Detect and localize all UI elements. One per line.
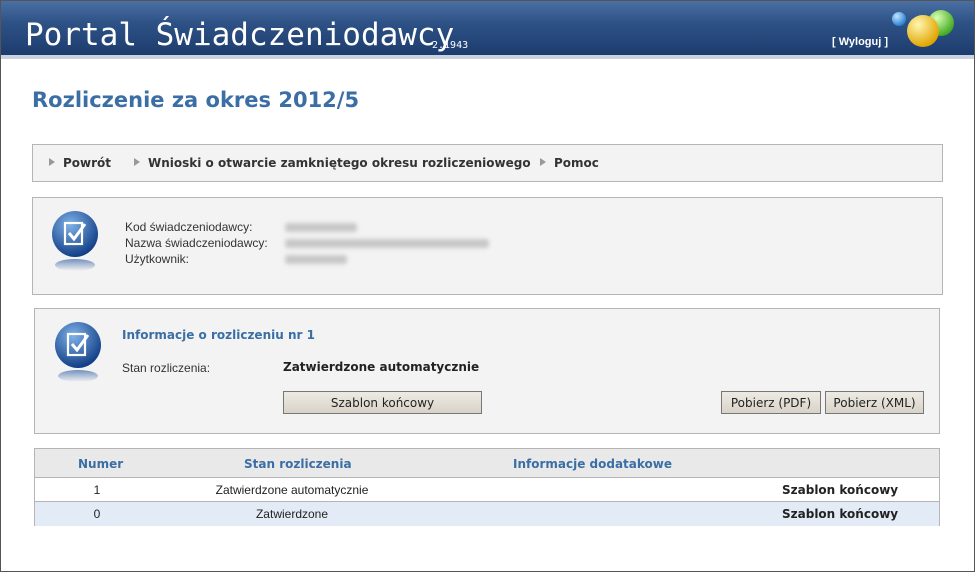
- app-header: Portal Świadczeniodawcy 2.1943 [ Wyloguj…: [1, 1, 974, 59]
- triangle-right-icon: [540, 158, 546, 166]
- column-header-info[interactable]: Informacje dodatakowe: [513, 457, 672, 471]
- settlement-state-label: Stan rozliczenia:: [122, 361, 211, 375]
- provider-name-label: Nazwa świadczeniodawcy:: [125, 236, 268, 250]
- cell-numer: 0: [93, 507, 101, 521]
- nav-label: Pomoc: [554, 156, 599, 170]
- provider-panel: Kod świadczeniodawcy: Nazwa świadczeniod…: [32, 197, 943, 295]
- logo-balls-icon: [892, 10, 954, 47]
- document-check-icon: [52, 211, 98, 271]
- page-title: Rozliczenie za okres 2012/5: [32, 88, 360, 112]
- download-pdf-button[interactable]: Pobierz (PDF): [721, 391, 821, 414]
- cell-stan: Zatwierdzone: [255, 507, 329, 521]
- provider-code-label: Kod świadczeniodawcy:: [125, 220, 253, 234]
- settlement-info-panel: Informacje o rozliczeniu nr 1 Stan rozli…: [34, 308, 940, 434]
- nav-label: Wnioski o otwarcie zamkniętego okresu ro…: [148, 156, 531, 170]
- table-row[interactable]: 1 Zatwierdzone automatycznie Szablon koń…: [35, 478, 939, 502]
- nav-help-link[interactable]: Pomoc: [540, 156, 599, 170]
- app-version: 2.1943: [432, 40, 469, 51]
- triangle-right-icon: [49, 158, 55, 166]
- user-label: Użytkownik:: [125, 252, 190, 266]
- redacted-provider-code: [285, 223, 357, 232]
- row-template-link[interactable]: Szablon końcowy: [782, 483, 898, 497]
- nav-requests-link[interactable]: Wnioski o otwarcie zamkniętego okresu ro…: [134, 156, 531, 170]
- settlements-table: Numer Stan rozliczenia Informacje dodata…: [34, 448, 940, 526]
- nav-label: Powrót: [63, 156, 112, 170]
- app-title: Portal Świadczeniodawcy: [25, 17, 455, 53]
- table-header: Numer Stan rozliczenia Informacje dodata…: [35, 449, 939, 478]
- final-template-button[interactable]: Szablon końcowy: [283, 391, 482, 414]
- document-check-icon: [55, 322, 101, 382]
- cell-stan: Zatwierdzone automatycznie: [215, 483, 369, 497]
- cell-numer: 1: [93, 483, 101, 497]
- triangle-right-icon: [134, 158, 140, 166]
- column-header-stan[interactable]: Stan rozliczenia: [244, 457, 352, 471]
- redacted-provider-name: [285, 239, 489, 248]
- nav-back-link[interactable]: Powrót: [49, 156, 111, 170]
- column-header-numer[interactable]: Numer: [78, 457, 123, 471]
- action-nav: Powrót Wnioski o otwarcie zamkniętego ok…: [32, 144, 943, 182]
- settlement-state-value: Zatwierdzone automatycznie: [283, 360, 480, 374]
- row-template-link[interactable]: Szablon końcowy: [782, 507, 898, 521]
- logout-link[interactable]: [ Wyloguj ]: [832, 36, 888, 48]
- download-xml-button[interactable]: Pobierz (XML): [825, 391, 924, 414]
- redacted-user: [285, 255, 347, 264]
- table-row[interactable]: 0 Zatwierdzone Szablon końcowy: [35, 502, 939, 526]
- settlement-info-title: Informacje o rozliczeniu nr 1: [122, 328, 315, 342]
